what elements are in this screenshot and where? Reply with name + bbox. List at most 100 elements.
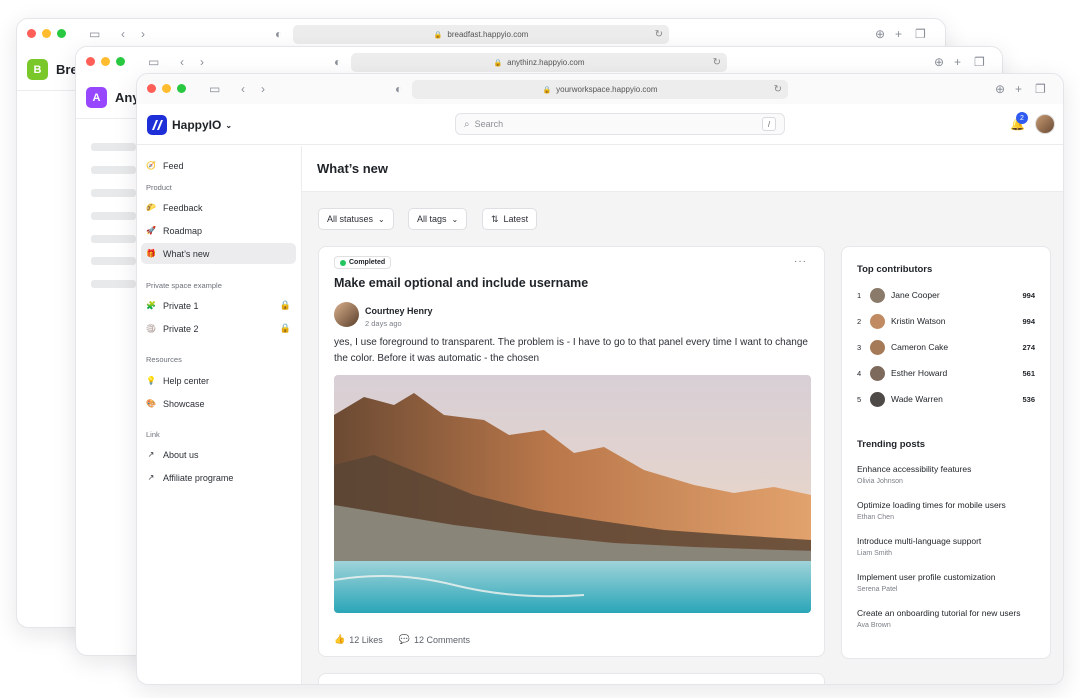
maximize-window-dot[interactable] [57,29,66,38]
contributor-avatar [870,339,885,355]
status-label: Completed [349,259,386,266]
gift-icon: 🎁 [146,249,156,258]
sidebar-item-private-2[interactable]: 🏐 Private 2 🔒 [141,318,296,339]
workspace-switcher[interactable]: HappyIO ⌄ [172,118,232,132]
reload-icon[interactable]: ↻ [774,84,782,95]
comment-button[interactable]: 💬 12 Comments [399,634,470,645]
filter-label: All tags [417,214,447,224]
sidebar-toggle-icon[interactable]: ▭ [89,26,100,42]
tabs-overview-icon[interactable]: ❐ [1035,81,1046,97]
trending-title: Trending posts [857,439,926,450]
address-bar[interactable]: 🔒 anythinz.happyio.com ↻ [351,53,727,72]
tabs-overview-icon[interactable]: ❐ [915,26,926,42]
sidebar-item-feedback[interactable]: 🌮 Feedback [141,197,296,218]
sidebar-toggle-icon[interactable]: ▭ [209,81,220,97]
author-name[interactable]: Courtney Henry [365,306,433,316]
sidebar-item-label: Affiliate programe [163,472,234,483]
sidebar-item-label: Showcase [163,398,205,409]
trending-post[interactable]: Optimize loading times for mobile users … [857,499,1037,521]
new-tab-icon[interactable]: + [954,54,961,70]
contributor-row[interactable]: 4 Esther Howard 561 [857,364,1035,382]
sort-filter[interactable]: ⇅ Latest [482,208,538,230]
trending-post-author: Liam Smith [857,550,893,557]
contributor-row[interactable]: 5 Wade Warren 536 [857,390,1035,408]
new-tab-icon[interactable]: + [1015,81,1022,97]
status-filter[interactable]: All statuses ⌄ [318,208,394,230]
taco-icon: 🌮 [146,203,156,212]
app-header: HappyIO ⌄ ⌕ Search / 🔔 2 [137,104,1063,145]
close-window-dot[interactable] [147,84,156,93]
search-input[interactable]: ⌕ Search / [455,113,785,135]
reload-icon[interactable]: ↻ [713,57,721,68]
back-icon[interactable]: ‹ [121,26,125,42]
sidebar-toggle-icon[interactable]: ▭ [148,54,159,70]
back-icon[interactable]: ‹ [241,81,245,97]
shield-icon[interactable]: ◐ [395,81,402,97]
tag-filter[interactable]: All tags ⌄ [408,208,468,230]
address-bar[interactable]: 🔒 yourworkspace.happyio.com ↻ [412,80,788,99]
search-shortcut: / [762,117,776,131]
sidebar-item-showcase[interactable]: 🎨 Showcase [141,393,296,414]
placeholder-line [91,189,136,197]
download-icon[interactable]: ⊕ [875,26,885,42]
more-options-icon[interactable]: ··· [794,256,807,267]
trending-post[interactable]: Implement user profile customization Ser… [857,571,1037,593]
sidebar-item-roadmap[interactable]: 🚀 Roadmap [141,220,296,241]
close-window-dot[interactable] [86,57,95,66]
lock-icon: 🔒 [493,59,503,67]
ball-icon: 🏐 [146,324,156,333]
minimize-window-dot[interactable] [162,84,171,93]
sidebar-item-label: What’s new [163,248,210,259]
sidebar-item-help-center[interactable]: 💡 Help center [141,370,296,391]
post-card[interactable]: Completed ··· Make email optional and in… [318,246,825,657]
forward-icon[interactable]: › [261,81,265,97]
sidebar-item-about-us[interactable]: ↗ About us [141,444,296,465]
post-time: 2 days ago [365,319,402,328]
workspace-avatar[interactable]: B [27,59,48,80]
happyio-logo[interactable] [147,115,167,135]
page-title: What’s new [302,146,1063,192]
download-icon[interactable]: ⊕ [934,54,944,70]
sidebar-item-feed[interactable]: 🧭 Feed [141,155,296,176]
forward-icon[interactable]: › [141,26,145,42]
trending-post[interactable]: Create an onboarding tutorial for new us… [857,607,1037,629]
sidebar-item-label: About us [163,449,199,460]
browser-toolbar: ▭ ‹ › ◐ 🔒 breadfast.happyio.com ↻ ⊕ + ❐ [17,19,945,49]
reload-icon[interactable]: ↻ [655,29,663,40]
contributor-rank: 1 [857,290,862,300]
maximize-window-dot[interactable] [177,84,186,93]
palette-icon: 🎨 [146,399,156,408]
author-avatar[interactable] [334,302,359,327]
tabs-overview-icon[interactable]: ❐ [974,54,985,70]
download-icon[interactable]: ⊕ [995,81,1005,97]
post-card[interactable] [318,673,825,684]
contributor-rank: 3 [857,342,862,352]
like-button[interactable]: 👍 12 Likes [334,634,383,645]
trending-post-author: Ethan Chen [857,514,894,521]
workspace-avatar[interactable]: A [86,87,107,108]
shield-icon[interactable]: ◐ [275,26,282,42]
sidebar-item-affiliate[interactable]: ↗ Affiliate programe [141,467,296,488]
forward-icon[interactable]: › [200,54,204,70]
like-count: 12 Likes [349,634,383,645]
contributor-row[interactable]: 2 Kristin Watson 994 [857,312,1035,330]
minimize-window-dot[interactable] [101,57,110,66]
trending-post[interactable]: Introduce multi-language support Liam Sm… [857,535,1037,557]
new-tab-icon[interactable]: + [895,26,902,42]
close-window-dot[interactable] [27,29,36,38]
back-icon[interactable]: ‹ [180,54,184,70]
maximize-window-dot[interactable] [116,57,125,66]
trending-post[interactable]: Enhance accessibility features Olivia Jo… [857,463,1037,485]
sidebar-item-private-1[interactable]: 🧩 Private 1 🔒 [141,295,296,316]
shield-icon[interactable]: ◐ [334,54,341,70]
contributors-title: Top contributors [857,264,933,275]
contributor-row[interactable]: 1 Jane Cooper 994 [857,286,1035,304]
sidebar-item-whats-new[interactable]: 🎁 What’s new [141,243,296,264]
address-bar[interactable]: 🔒 breadfast.happyio.com ↻ [293,25,669,44]
placeholder-line [91,280,136,288]
notification-badge: 2 [1016,112,1028,124]
contributor-row[interactable]: 3 Cameron Cake 274 [857,338,1035,356]
user-avatar[interactable] [1035,114,1055,134]
minimize-window-dot[interactable] [42,29,51,38]
post-title[interactable]: Make email optional and include username [334,276,588,290]
